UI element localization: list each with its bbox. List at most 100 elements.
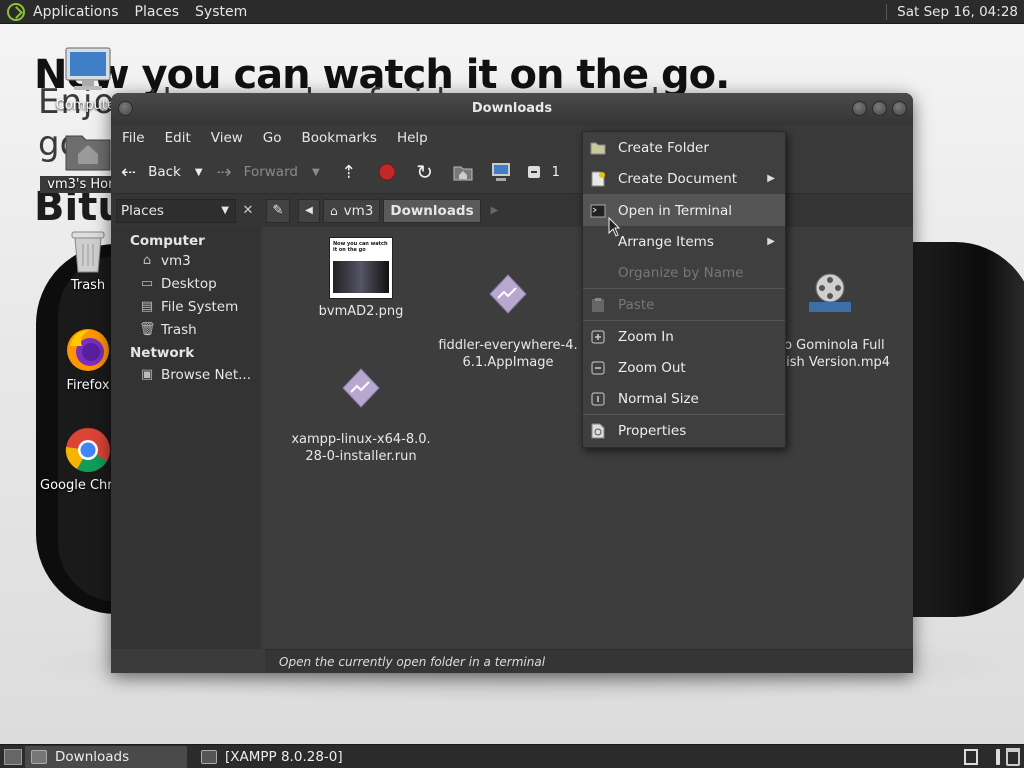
zoom-button[interactable]: [524, 159, 544, 185]
back-label: Back: [148, 164, 181, 180]
window-menu-button[interactable]: [118, 101, 133, 116]
taskbar-item-downloads[interactable]: Downloads: [25, 745, 187, 768]
trash-icon: [71, 231, 105, 273]
terminal-icon: [201, 749, 217, 764]
distro-logo-icon[interactable]: [7, 2, 25, 21]
menu-item-create-document[interactable]: Create Document ▶: [583, 163, 785, 194]
crumb-scroll-left-button[interactable]: ◀: [298, 198, 320, 223]
folder-icon: [31, 749, 47, 764]
taskbar-item-xampp[interactable]: [XAMPP 8.0.28-0]: [195, 746, 349, 768]
home-button[interactable]: [448, 159, 478, 185]
sidebar-item-browse-network[interactable]: ▣ Browse Net...: [111, 363, 261, 386]
taskbar-item-label: Downloads: [55, 748, 130, 765]
file-item[interactable]: xampp-linux-x64-8.0. 28-0-installer.run: [286, 349, 436, 482]
menu-bookmarks[interactable]: Bookmarks: [302, 130, 377, 146]
menu-item-zoom-in[interactable]: Zoom In: [583, 321, 785, 352]
applications-menu[interactable]: Applications: [33, 4, 119, 20]
system-menu[interactable]: System: [195, 4, 247, 20]
crumb-vm3[interactable]: ⌂ vm3: [323, 198, 381, 223]
sidebar-item-label: vm3: [161, 252, 191, 269]
submenu-arrow-icon: ▶: [767, 173, 775, 184]
menu-item-label: Zoom In: [618, 328, 674, 345]
sidebar-item-label: Browse Net...: [161, 366, 252, 383]
toolbar: ⇠ Back ▼ ⇢ Forward ▼ ⇡ ↻ 1: [111, 151, 913, 193]
back-button[interactable]: ⇠ Back ▼: [121, 162, 203, 183]
maximize-button[interactable]: [872, 101, 887, 116]
zoom-in-icon: [590, 329, 606, 345]
up-button[interactable]: ⇡: [334, 159, 364, 185]
forward-history-dropdown-icon[interactable]: ▼: [312, 167, 320, 178]
chevron-left-icon: ◀: [305, 205, 313, 216]
trash-applet-icon[interactable]: [996, 748, 1000, 765]
computer-button[interactable]: [486, 159, 516, 185]
properties-icon: [590, 423, 606, 439]
document-new-icon: [590, 171, 606, 187]
crumb-label: vm3: [343, 202, 374, 219]
up-arrow-icon: ⇡: [341, 161, 357, 183]
menu-item-zoom-out[interactable]: Zoom Out: [583, 352, 785, 383]
menu-item-label: Create Document: [618, 170, 738, 187]
close-button[interactable]: [892, 101, 907, 116]
menu-item-properties[interactable]: Properties: [583, 415, 785, 446]
firefox-icon: [67, 329, 109, 371]
forward-button[interactable]: ⇢ Forward ▼: [217, 162, 320, 183]
sidebar-item-label: File System: [161, 298, 239, 315]
sidebar-item-desktop[interactable]: ▭ Desktop: [111, 272, 261, 295]
panel-clock[interactable]: Sat Sep 16, 04:28: [886, 3, 1018, 20]
menu-file[interactable]: File: [122, 130, 145, 146]
menu-go[interactable]: Go: [263, 130, 282, 146]
menu-item-label: Normal Size: [618, 390, 699, 407]
crumb-scroll-right-icon[interactable]: ▶: [491, 205, 499, 216]
show-desktop-icon[interactable]: [4, 748, 22, 765]
file-item[interactable]: fiddler-everywhere-4. 6.1.AppImage: [433, 255, 583, 388]
toggle-location-entry-button[interactable]: ✎: [266, 198, 290, 223]
stop-button[interactable]: [372, 159, 402, 185]
back-history-dropdown-icon[interactable]: ▼: [195, 167, 203, 178]
close-sidebar-button[interactable]: ✕: [238, 199, 258, 223]
menu-view[interactable]: View: [211, 130, 243, 146]
location-bar: Places ▼ ✕ ✎ ◀ ⌂ vm3 Downloads ▶: [111, 193, 913, 227]
video-file-icon: [809, 273, 851, 312]
menubar: File Edit View Go Bookmarks Help: [111, 125, 913, 151]
sidebar-heading-network: Network: [130, 345, 195, 361]
taskbar-item-label: [XAMPP 8.0.28-0]: [225, 748, 343, 765]
blank-icon: [590, 234, 606, 250]
menu-edit[interactable]: Edit: [165, 130, 191, 146]
menu-item-create-folder[interactable]: Create Folder: [583, 132, 785, 163]
sidebar-item-vm3[interactable]: ⌂ vm3: [111, 249, 261, 272]
panel-trash-icon[interactable]: [1006, 747, 1020, 766]
sidebar-places-selector[interactable]: Places ▼: [116, 198, 236, 223]
image-thumbnail: Now you can watch it on the go: [329, 237, 393, 299]
terminal-icon: [590, 203, 606, 219]
sidebar-item-file-system[interactable]: ▤ File System: [111, 295, 261, 318]
menu-item-label: Organize by Name: [618, 264, 744, 281]
reload-button[interactable]: ↻: [410, 159, 440, 185]
sidebar-item-trash[interactable]: 🗑 Trash: [111, 318, 261, 341]
menu-item-normal-size[interactable]: Normal Size: [583, 383, 785, 414]
places-selector-label: Places: [121, 202, 164, 219]
zoom-out-icon: [527, 166, 540, 178]
edit-location-icon: ✎: [272, 203, 284, 218]
file-item[interactable]: Now you can watch it on the go bvmAD2.pn…: [286, 237, 436, 320]
wallpaper-phone-right: [905, 242, 1024, 617]
folder-new-icon: [590, 140, 606, 156]
status-bar: Open the currently open folder in a term…: [265, 649, 913, 673]
places-menu[interactable]: Places: [135, 4, 180, 20]
workspace-switcher-icon[interactable]: [964, 748, 978, 765]
menu-item-label: Paste: [618, 296, 655, 313]
file-name: bvmAD2.png: [318, 304, 404, 319]
menu-help[interactable]: Help: [397, 130, 428, 146]
stop-icon: [378, 163, 396, 181]
window-title: Downloads: [471, 101, 553, 116]
trash-icon: 🗑: [139, 322, 156, 337]
paste-icon: [590, 297, 606, 313]
sidebar-item-label: Trash: [161, 321, 197, 338]
mouse-cursor-icon: [608, 217, 620, 237]
network-icon: ▣: [140, 367, 154, 382]
sidebar-heading-computer: Computer: [130, 233, 205, 249]
window-titlebar[interactable]: Downloads: [111, 93, 913, 125]
executable-file-icon: [489, 274, 527, 314]
minimize-button[interactable]: [852, 101, 867, 116]
crumb-downloads[interactable]: Downloads: [383, 198, 481, 223]
menu-item-organize-by-name: Organize by Name: [583, 257, 785, 288]
